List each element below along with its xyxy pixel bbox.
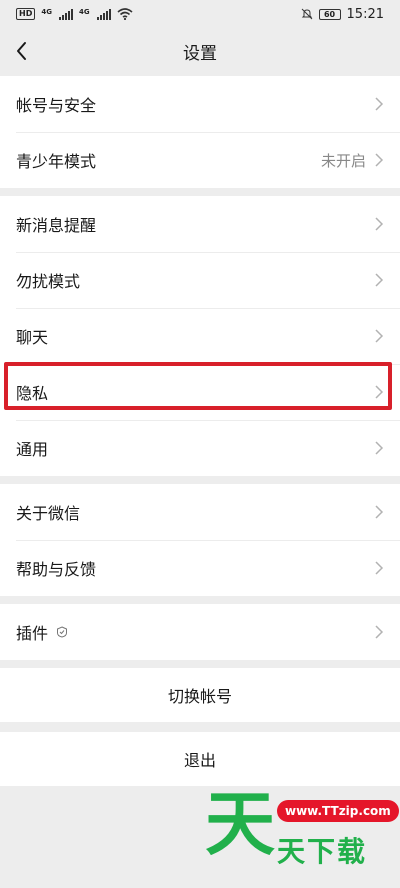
chevron-right-icon bbox=[375, 329, 384, 343]
switch-account-label: 切换帐号 bbox=[167, 687, 232, 706]
signal-icon bbox=[58, 8, 73, 20]
watermark-logo: 天 www.TTzip.com 天下载 bbox=[205, 788, 399, 868]
row-general[interactable]: 通用 bbox=[0, 420, 400, 476]
battery-icon: 60 bbox=[318, 8, 341, 20]
watermark-url: www.TTzip.com bbox=[277, 800, 399, 822]
chevron-right-icon bbox=[375, 217, 384, 231]
teen-mode-status: 未开启 bbox=[320, 151, 366, 170]
row-teen-mode[interactable]: 青少年模式 未开启 bbox=[0, 132, 400, 188]
status-bar: HD 4G 4G 60 15:21 bbox=[0, 0, 400, 28]
network-type-1: 4G bbox=[41, 8, 52, 16]
chevron-right-icon bbox=[375, 153, 384, 167]
settings-group-about: 关于微信 帮助与反馈 bbox=[0, 484, 400, 596]
row-label: 关于微信 bbox=[16, 504, 81, 523]
row-account-security[interactable]: 帐号与安全 bbox=[0, 76, 400, 132]
settings-group-plugins: 插件 bbox=[0, 604, 400, 660]
row-chat[interactable]: 聊天 bbox=[0, 308, 400, 364]
nav-bar: 设置 bbox=[0, 28, 400, 74]
row-new-message-notify[interactable]: 新消息提醒 bbox=[0, 196, 400, 252]
row-do-not-disturb[interactable]: 勿扰模式 bbox=[0, 252, 400, 308]
row-label: 新消息提醒 bbox=[16, 216, 97, 235]
row-label: 通用 bbox=[16, 440, 49, 459]
chevron-right-icon bbox=[375, 97, 384, 111]
settings-group-account: 帐号与安全 青少年模式 未开启 bbox=[0, 76, 400, 188]
settings-group-general: 新消息提醒 勿扰模式 聊天 隐私 通用 bbox=[0, 196, 400, 476]
chevron-right-icon bbox=[375, 273, 384, 287]
mute-bell-icon bbox=[301, 8, 312, 20]
row-label: 帐号与安全 bbox=[16, 96, 97, 115]
network-type-2: 4G bbox=[78, 8, 90, 16]
logout-label: 退出 bbox=[183, 751, 216, 770]
wifi-icon bbox=[117, 8, 133, 20]
row-label: 插件 bbox=[16, 624, 49, 643]
row-label: 帮助与反馈 bbox=[16, 560, 97, 579]
signal-icon-2 bbox=[96, 8, 111, 20]
chevron-right-icon bbox=[375, 441, 384, 455]
row-plugins[interactable]: 插件 bbox=[0, 604, 400, 660]
battery-level: 60 bbox=[323, 9, 336, 19]
status-left: HD 4G 4G bbox=[16, 8, 133, 20]
plugin-badge-icon bbox=[57, 626, 68, 638]
status-right: 60 15:21 bbox=[301, 7, 384, 22]
watermark-big-glyph: 天 bbox=[205, 783, 275, 865]
row-about-wechat[interactable]: 关于微信 bbox=[0, 484, 400, 540]
hd-badge: HD bbox=[16, 8, 36, 20]
status-time: 15:21 bbox=[346, 6, 384, 22]
chevron-right-icon bbox=[375, 561, 384, 575]
row-label: 聊天 bbox=[16, 328, 49, 347]
chevron-right-icon bbox=[375, 505, 384, 519]
back-arrow-icon[interactable] bbox=[10, 38, 36, 64]
chevron-right-icon bbox=[375, 625, 384, 639]
watermark-text: 天下载 bbox=[277, 835, 368, 868]
privacy-highlight-box bbox=[4, 362, 392, 410]
switch-account-button[interactable]: 切换帐号 bbox=[0, 668, 400, 722]
row-label: 勿扰模式 bbox=[16, 272, 81, 291]
page-title: 设置 bbox=[183, 43, 217, 64]
logout-button[interactable]: 退出 bbox=[0, 732, 400, 786]
row-label: 青少年模式 bbox=[16, 152, 97, 171]
row-help-feedback[interactable]: 帮助与反馈 bbox=[0, 540, 400, 596]
